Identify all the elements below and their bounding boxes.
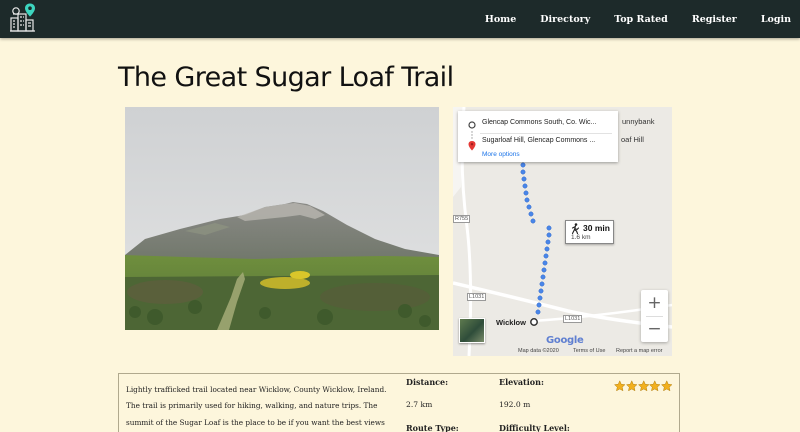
road-label: R755 — [453, 215, 471, 223]
nav-top-rated[interactable]: Top Rated — [614, 14, 668, 25]
road-label: L1031 — [467, 293, 487, 301]
more-options-link[interactable]: More options — [482, 151, 520, 158]
circle-icon — [468, 121, 476, 129]
star-icon — [625, 380, 638, 392]
trail-photo — [125, 107, 439, 330]
star-icon — [649, 380, 661, 392]
star-icon — [637, 380, 650, 392]
place-label-wicklow: Wicklow — [496, 318, 526, 327]
walk-time: 30 min — [583, 223, 610, 233]
distance-value: 2.7 km — [406, 400, 433, 409]
google-logo[interactable]: Google — [546, 335, 584, 346]
zoom-in-button[interactable]: + — [641, 290, 668, 316]
nav-links: Home Directory Top Rated Register Login — [473, 0, 800, 38]
elevation-value: 192.0 m — [499, 400, 531, 409]
route-type-label: Route Type: — [406, 423, 459, 432]
elevation-label: Elevation: — [499, 377, 544, 387]
walking-person-icon — [571, 223, 580, 234]
distance-label: Distance: — [406, 377, 449, 387]
navbar: Home Directory Top Rated Register Login — [0, 0, 800, 38]
nav-home[interactable]: Home — [485, 14, 516, 25]
trail-description: Lightly trafficked trail located near Wi… — [126, 385, 387, 427]
route-end-marker — [530, 318, 538, 326]
page-title: The Great Sugar Loaf Trail — [118, 62, 454, 93]
walk-time-box[interactable]: 30 min 1.6 km — [565, 220, 614, 244]
divider — [480, 133, 612, 134]
difficulty-label: Difficulty Level: — [499, 423, 570, 432]
nav-register[interactable]: Register — [692, 14, 737, 25]
destination-field[interactable]: Sugarloaf Hill, Glencap Commons ... — [482, 137, 595, 144]
road-label: L1031 — [563, 315, 583, 323]
star-rating — [614, 380, 673, 392]
terms-link[interactable]: Terms of Use — [573, 348, 605, 354]
map-pin-icon — [468, 141, 476, 151]
star-icon — [661, 380, 673, 392]
zoom-control: + − — [641, 290, 668, 342]
satellite-toggle[interactable] — [459, 318, 485, 343]
place-label: oaf Hill — [621, 135, 644, 144]
directions-card: Glencap Commons South, Co. Wic... Sugarl… — [458, 111, 618, 162]
walk-distance: 1.6 km — [571, 234, 591, 241]
map-data-text: Map data ©2020 — [518, 348, 559, 354]
report-link[interactable]: Report a map error — [616, 348, 662, 354]
nav-directory[interactable]: Directory — [540, 14, 590, 25]
place-label: unnybank — [622, 117, 655, 126]
star-icon — [614, 380, 626, 392]
zoom-out-button[interactable]: − — [641, 316, 668, 342]
logo-icon[interactable] — [8, 2, 38, 34]
nav-login[interactable]: Login — [761, 14, 791, 25]
origin-field[interactable]: Glencap Commons South, Co. Wic... — [482, 119, 596, 126]
